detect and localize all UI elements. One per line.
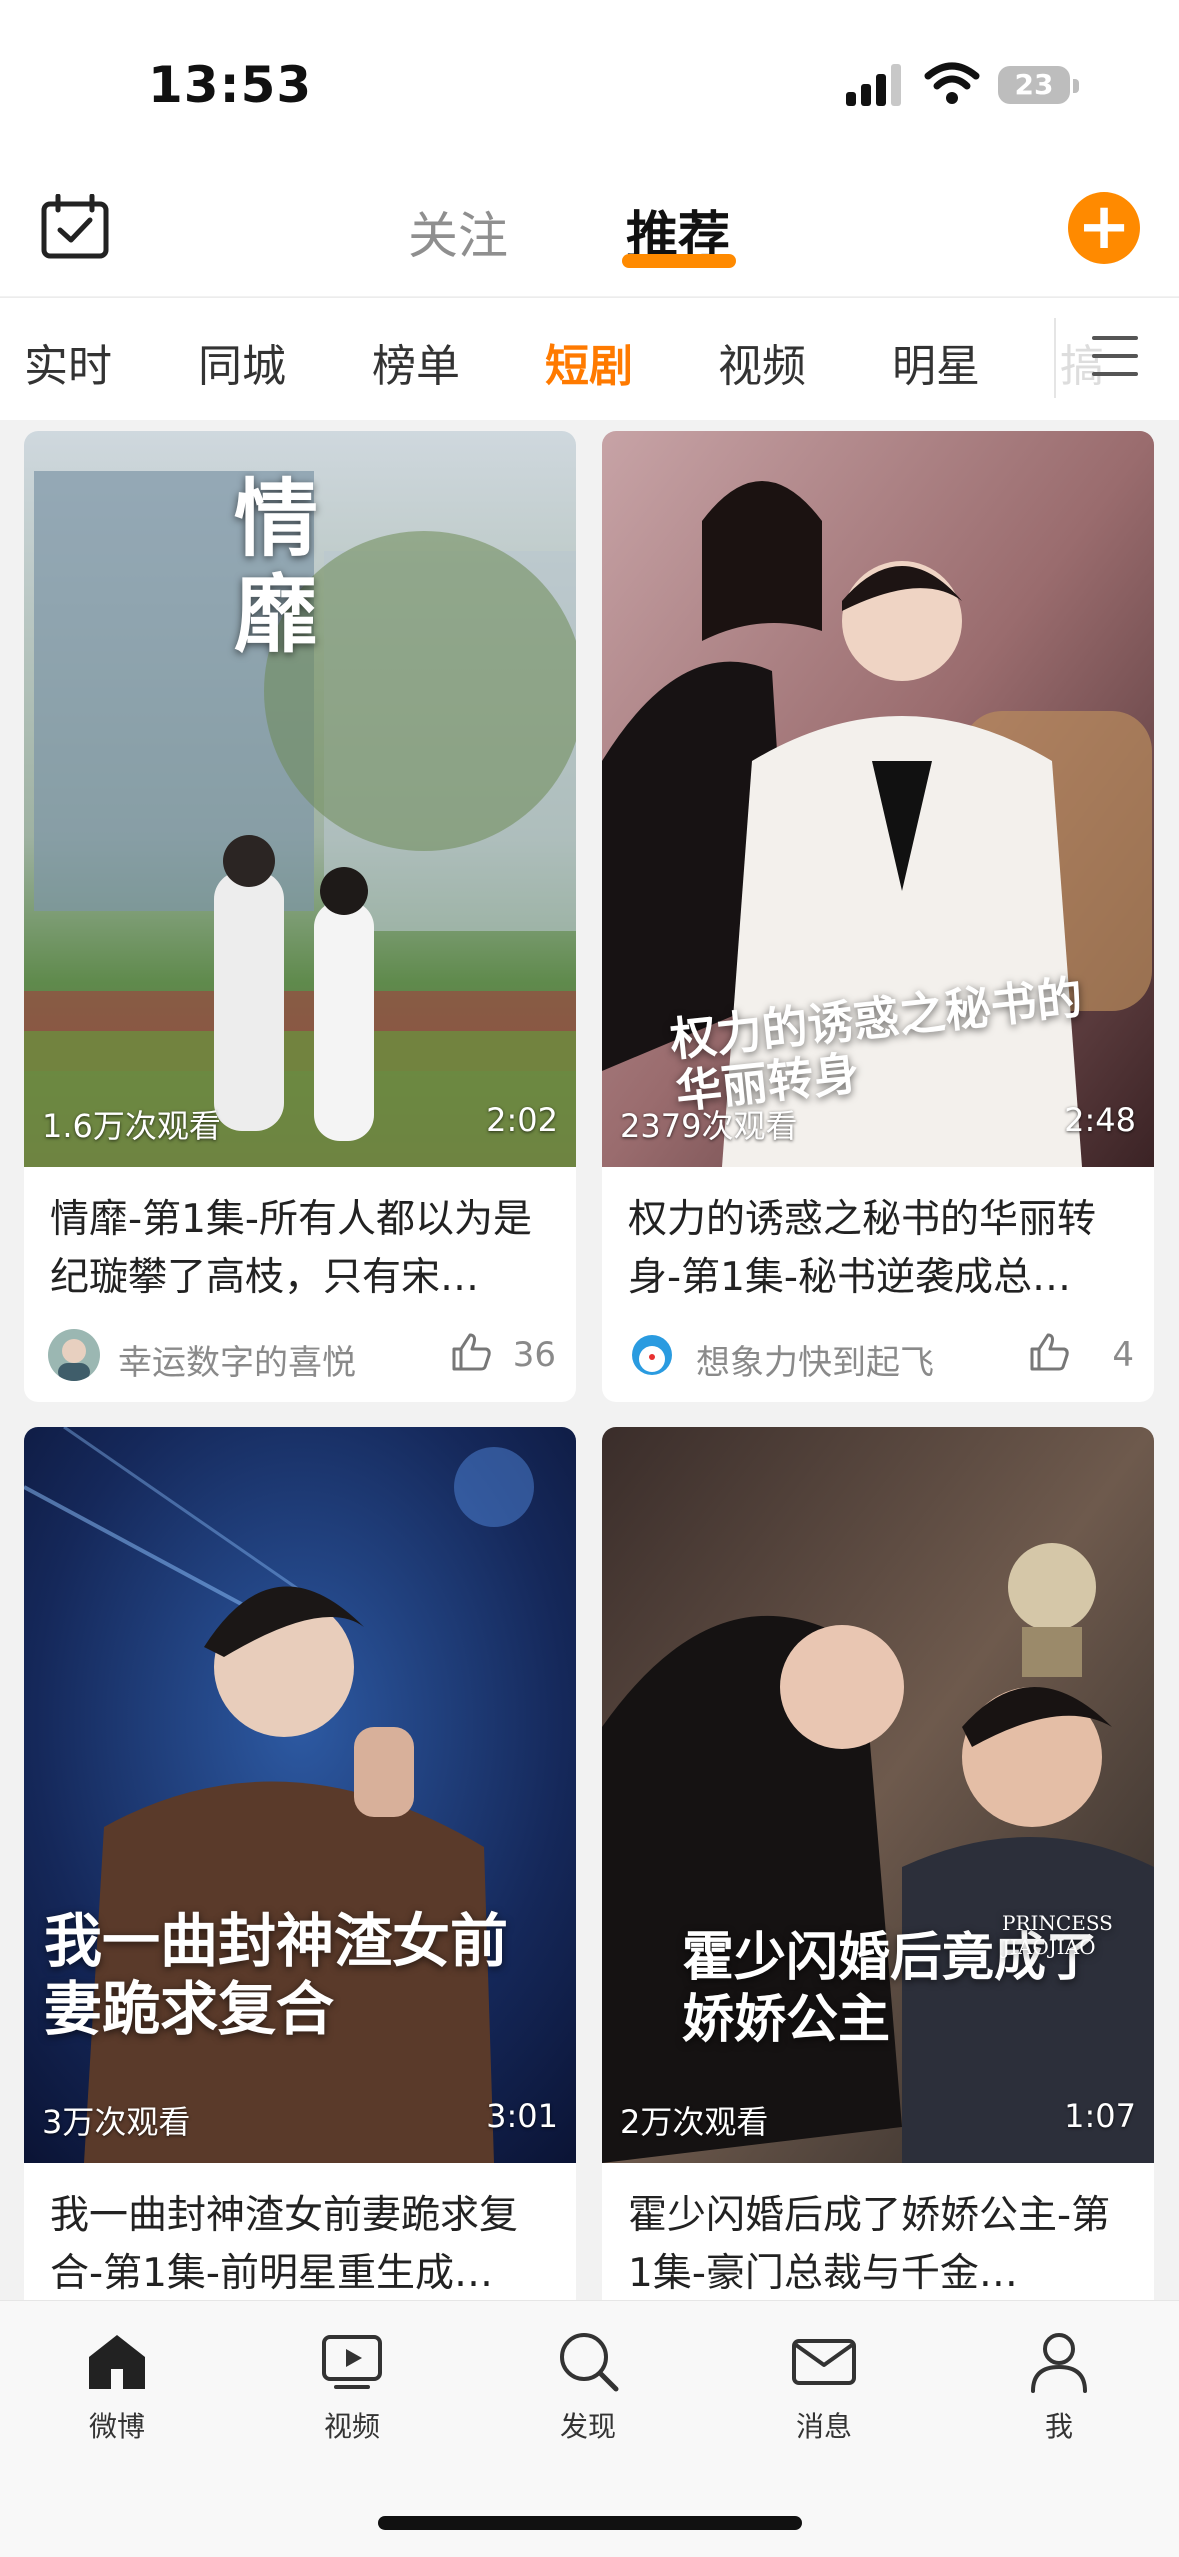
battery-indicator: 23 (998, 66, 1070, 104)
tab-video[interactable]: 视频 (292, 2327, 412, 2445)
thumbs-up-icon[interactable] (450, 1331, 492, 1373)
tab-label: 我 (1044, 2410, 1073, 2443)
thumbnail-overlay-title: 我一曲封神渣女前妻跪求复合 (44, 1907, 509, 2043)
card-title[interactable]: 霍少闪婚后成了娇娇公主-第1集-豪门总裁与千金… (628, 2187, 1134, 2303)
search-icon (560, 2333, 619, 2392)
tab-me[interactable]: 我 (999, 2327, 1119, 2445)
active-tab-indicator (622, 254, 736, 268)
view-count: 3万次观看 (42, 2103, 191, 2141)
calendar-check-icon[interactable] (40, 194, 110, 260)
category-bar: 实时 同城 榜单 短剧 视频 明星 搞 (0, 297, 1179, 420)
tab-label: 发现 (559, 2410, 616, 2443)
home-icon (89, 2335, 145, 2389)
video-duration: 2:48 (1064, 1101, 1136, 1139)
card-title[interactable]: 权力的诱惑之秘书的华丽转身-第1集-秘书逆袭成总… (628, 1191, 1134, 1307)
wifi-icon (924, 62, 980, 104)
view-count: 2379次观看 (620, 1107, 798, 1145)
feed-card[interactable]: 权力的诱惑之秘书的华丽转身 2379次观看 2:48 权力的诱惑之秘书的华丽转身… (602, 431, 1154, 1402)
video-duration: 3:01 (486, 2097, 558, 2135)
cellular-signal-icon (846, 62, 902, 106)
card-title[interactable]: 情靡-第1集-所有人都以为是纪璇攀了高枝，只有宋… (50, 1191, 556, 1307)
mail-icon (792, 2339, 856, 2385)
category-local[interactable]: 同城 (198, 330, 286, 394)
category-realtime[interactable]: 实时 (24, 330, 112, 394)
add-button[interactable]: + (1068, 192, 1140, 264)
video-thumbnail[interactable]: 霍少闪婚后竟成了娇娇公主 PRINCESS JIAOJIAO 2万次观看 1:0… (602, 1427, 1154, 2163)
profile-icon (1031, 2333, 1087, 2393)
video-thumbnail[interactable]: 我一曲封神渣女前妻跪求复合 3万次观看 3:01 (24, 1427, 576, 2163)
author-name[interactable]: 幸运数字的喜悦 (118, 1335, 356, 1384)
view-count: 1.6万次观看 (42, 1107, 221, 1145)
tab-follow[interactable]: 关注 (408, 196, 508, 268)
card-meta: 想象力快到起飞 4 (626, 1325, 1134, 1385)
avatar[interactable] (48, 1329, 100, 1381)
category-ranking[interactable]: 榜单 (372, 330, 460, 394)
feed-card[interactable]: 情靡 1.6万次观看 2:02 情靡-第1集-所有人都以为是纪璇攀了高枝，只有宋… (24, 431, 576, 1402)
video-thumbnail[interactable]: 情靡 1.6万次观看 2:02 (24, 431, 576, 1167)
feed-card[interactable]: 我一曲封神渣女前妻跪求复合 3万次观看 3:01 我一曲封神渣女前妻跪求复合-第… (24, 1427, 576, 2327)
author-name[interactable]: 想象力快到起飞 (696, 1335, 934, 1384)
video-duration: 1:07 (1064, 2097, 1136, 2135)
category-celebrity[interactable]: 明星 (892, 330, 980, 394)
tab-messages[interactable]: 消息 (764, 2327, 884, 2445)
tab-label: 消息 (795, 2410, 852, 2443)
view-count: 2万次观看 (620, 2103, 769, 2141)
video-icon (322, 2335, 382, 2389)
thumbnail-overlay-subtitle: PRINCESS JIAOJIAO (1002, 1911, 1113, 1959)
video-duration: 2:02 (486, 1101, 558, 1139)
thumbs-up-icon[interactable] (1028, 1331, 1070, 1373)
card-title[interactable]: 我一曲封神渣女前妻跪求复合-第1集-前明星重生成… (50, 2187, 556, 2303)
top-header: 13:53 23 关注 推荐 + (0, 0, 1179, 296)
card-meta: 幸运数字的喜悦 36 (48, 1325, 556, 1385)
home-indicator[interactable] (378, 2516, 802, 2530)
like-count: 36 (512, 1335, 556, 1375)
menu-icon[interactable] (1092, 336, 1138, 376)
battery-cap (1073, 79, 1079, 93)
avatar[interactable] (626, 1329, 678, 1381)
video-thumbnail[interactable]: 权力的诱惑之秘书的华丽转身 2379次观看 2:48 (602, 431, 1154, 1167)
like-count: 4 (1112, 1335, 1134, 1375)
category-divider (1054, 318, 1056, 398)
category-short-drama[interactable]: 短剧 (545, 330, 633, 394)
tab-discover[interactable]: 发现 (528, 2327, 648, 2445)
thumbnail-overlay-title: 情靡 (234, 469, 319, 664)
category-video[interactable]: 视频 (718, 330, 806, 394)
tab-label: 微博 (88, 2410, 145, 2443)
tab-label: 视频 (323, 2410, 380, 2443)
status-time: 13:53 (148, 56, 313, 114)
tab-weibo[interactable]: 微博 (57, 2327, 177, 2445)
feed-card[interactable]: 霍少闪婚后竟成了娇娇公主 PRINCESS JIAOJIAO 2万次观看 1:0… (602, 1427, 1154, 2327)
